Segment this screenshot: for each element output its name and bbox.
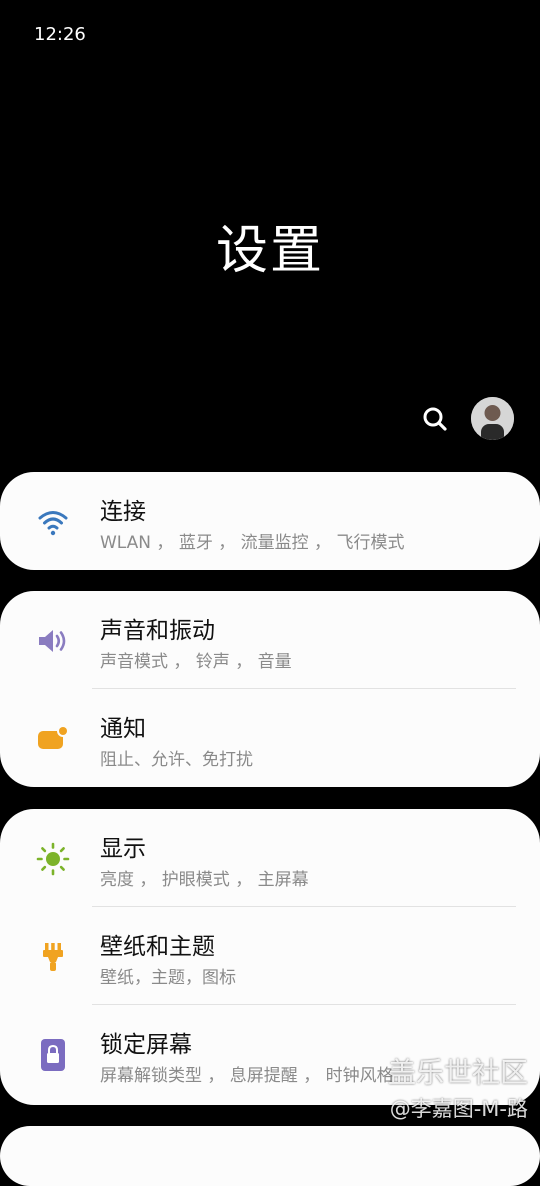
wifi-icon [38,511,68,536]
settings-item-subtitle: 屏幕解锁类型 ， 息屏提醒 ， 时钟风格 [100,1066,394,1086]
brightness-icon [36,842,70,876]
page-title: 设置 [215,221,324,281]
settings-item-subtitle: 阻止、允许、免打扰 [100,750,253,770]
settings-item-title: 通知 [100,716,146,742]
settings-item-display[interactable]: 显示 亮度 ， 护眼模式 ， 主屏幕 [0,809,540,907]
settings-group-next [0,1126,540,1186]
settings-group-connections: 连接 WLAN ， 蓝牙 ， 流量监控 ， 飞行模式 [0,472,540,570]
settings-item-connections[interactable]: 连接 WLAN ， 蓝牙 ， 流量监控 ， 飞行模式 [0,472,540,570]
settings-item-subtitle: WLAN ， 蓝牙 ， 流量监控 ， 飞行模式 [100,533,405,553]
settings-group-sound-notifications: 声音和振动 声音模式 ， 铃声 ， 音量 通知 阻止、允许、免打扰 [0,591,540,787]
settings-item-subtitle: 亮度 ， 护眼模式 ， 主屏幕 [100,870,309,890]
settings-item-title: 壁纸和主题 [100,934,215,960]
watermark-author: @李嘉图-M-路 [389,1097,528,1121]
search-icon [423,407,447,431]
settings-item-wallpaper-themes[interactable]: 壁纸和主题 壁纸，主题，图标 [0,907,540,1005]
notification-icon [38,725,69,749]
settings-item-title: 连接 [100,499,146,525]
settings-item-sound[interactable]: 声音和振动 声音模式 ， 铃声 ， 音量 [0,591,540,689]
status-time: 12:26 [34,24,86,45]
lock-icon [41,1039,65,1071]
search-button[interactable] [418,402,454,438]
settings-item-title: 显示 [100,836,146,862]
watermark-community: 盖乐世社区 [387,1056,528,1089]
avatar-icon [471,397,514,440]
settings-item-notifications[interactable]: 通知 阻止、允许、免打扰 [0,689,540,787]
settings-item-title: 声音和振动 [100,618,215,644]
settings-item-title: 锁定屏幕 [100,1032,192,1058]
settings-item-subtitle: 声音模式 ， 铃声 ， 音量 [100,652,292,672]
speaker-icon [39,630,66,652]
avatar[interactable] [471,397,514,440]
paint-brush-icon [43,943,63,971]
settings-item-subtitle: 壁纸，主题，图标 [100,968,236,988]
